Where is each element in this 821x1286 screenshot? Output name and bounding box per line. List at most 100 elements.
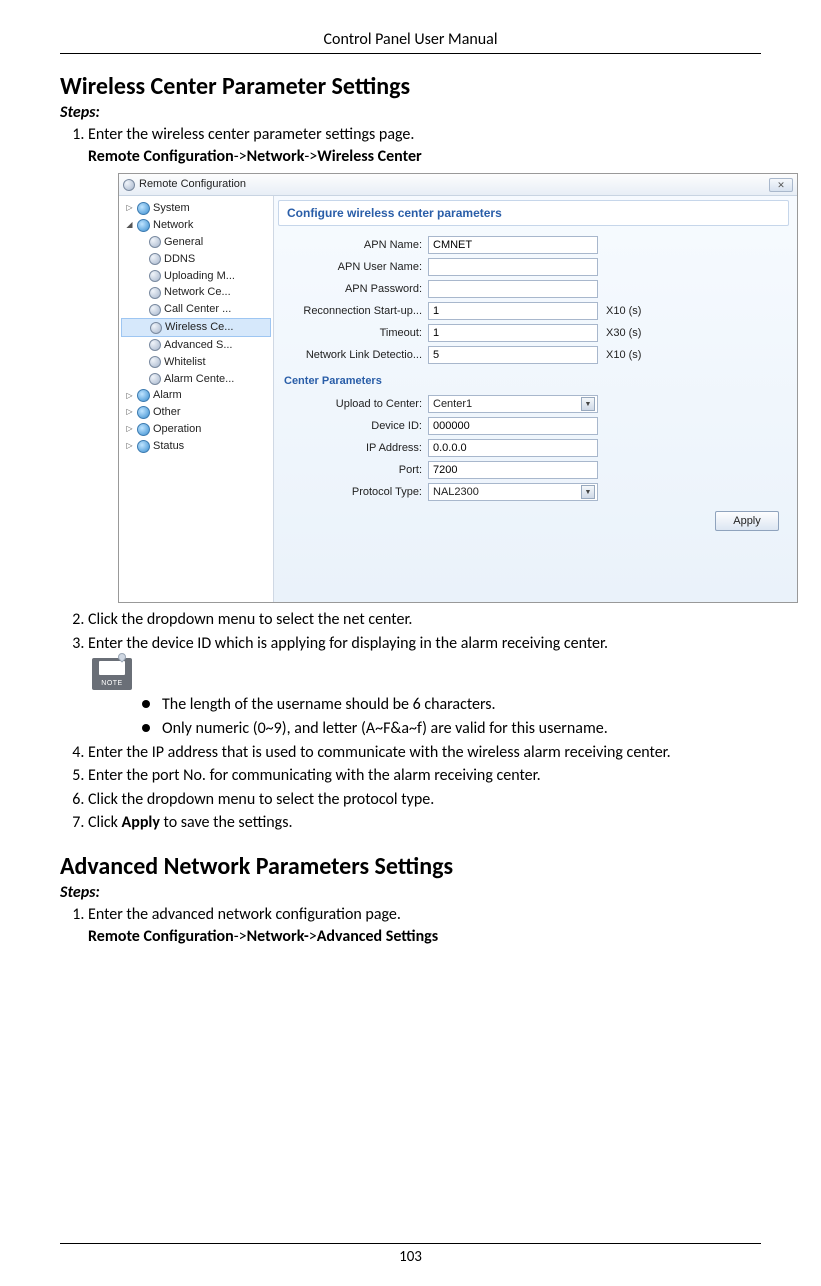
tree-label: Wireless Ce... [165,320,233,335]
protocol-label: Protocol Type: [278,485,428,500]
protocol-value: NAL2300 [433,485,479,500]
tree-call-center[interactable]: Call Center ... [121,301,271,318]
chevron-down-icon: ▼ [581,397,595,411]
gear-icon [149,356,161,368]
apn-user-input[interactable] [428,258,598,276]
tree-status[interactable]: ▷ Status [121,438,271,455]
tree-label: Alarm Cente... [164,372,234,387]
section2-title: Advanced Network Parameters Settings [60,852,761,881]
chevron-right-icon: ▷ [125,408,134,417]
bc-sep: -> [304,147,317,166]
protocol-select[interactable]: NAL2300 ▼ [428,483,598,501]
ip-input[interactable] [428,439,598,457]
steps-list-1: Enter the wireless center parameter sett… [60,124,761,834]
tree-ddns[interactable]: DDNS [121,251,271,268]
tree-label: Other [153,405,181,420]
apn-pass-label: APN Password: [278,282,428,297]
tree-uploading[interactable]: Uploading M... [121,268,271,285]
breadcrumb-2: Remote Configuration->Network->Advanced … [88,927,438,946]
port-input[interactable] [428,461,598,479]
bc-part: Advanced Settings [317,927,438,946]
globe-icon [137,406,150,419]
device-id-input[interactable] [428,417,598,435]
bc-sep: -> [234,147,247,166]
step-4: Enter the IP address that is used to com… [88,742,761,764]
steps-list-2: Enter the advanced network configuration… [60,904,761,947]
step-2: Click the dropdown menu to select the ne… [88,609,761,631]
tree-label: General [164,235,203,250]
s2-step1-text: Enter the advanced network configuration… [88,905,401,924]
step7-pre: Click [88,813,122,832]
device-id-label: Device ID: [278,419,428,434]
tree-network[interactable]: ◢ Network [121,217,271,234]
tree-label: Call Center ... [164,302,231,317]
gear-icon [149,373,161,385]
globe-icon [137,219,150,232]
window-title: Remote Configuration [139,177,246,192]
remote-config-window: Remote Configuration ✕ ▷ System ◢ Network … [118,173,798,603]
close-icon: ✕ [777,179,785,191]
page-header: Control Panel User Manual [60,30,761,54]
chevron-right-icon: ▷ [125,442,134,451]
tree-other[interactable]: ▷ Other [121,404,271,421]
tree-alarm[interactable]: ▷Alarm [121,387,271,404]
tree-label: Status [153,439,184,454]
tree-label: System [153,201,190,216]
gear-icon [150,322,162,334]
note-bullet: Only numeric (0~9), and letter (A~F&a~f)… [142,718,761,740]
tree-general[interactable]: General [121,234,271,251]
tree-label: Alarm [153,388,182,403]
gear-icon [149,270,161,282]
bc-part: Remote Configuration [88,147,234,166]
tree-whitelist[interactable]: Whitelist [121,354,271,371]
chevron-down-icon: ▼ [581,485,595,499]
apn-name-input[interactable] [428,236,598,254]
tree-label: Operation [153,422,201,437]
page-footer: 103 [60,1243,761,1266]
bc-part: Network- [247,927,309,946]
bc-part: Network [247,147,305,166]
center-params-label: Center Parameters [284,374,789,389]
gear-icon [149,339,161,351]
netlink-label: Network Link Detectio... [278,348,428,363]
timeout-input[interactable] [428,324,598,342]
step-6: Click the dropdown menu to select the pr… [88,789,761,811]
apn-pass-input[interactable] [428,280,598,298]
tree-operation[interactable]: ▷Operation [121,421,271,438]
tree-network-ce[interactable]: Network Ce... [121,284,271,301]
tree-label: Whitelist [164,355,206,370]
nav-tree[interactable]: ▷ System ◢ Network General DDNS Uploading … [119,196,274,602]
step7-post: to save the settings. [160,813,293,832]
reconn-label: Reconnection Start-up... [278,304,428,319]
apn-user-label: APN User Name: [278,260,428,275]
tree-label: DDNS [164,252,195,267]
page-number: 103 [399,1248,422,1266]
netlink-input[interactable] [428,346,598,364]
apn-name-label: APN Name: [278,238,428,253]
upload-select[interactable]: Center1 ▼ [428,395,598,413]
step1-text: Enter the wireless center parameter sett… [88,125,414,144]
globe-icon [137,202,150,215]
tree-label: Advanced S... [164,338,233,353]
upload-value: Center1 [433,397,472,412]
section1-title: Wireless Center Parameter Settings [60,72,761,101]
window-titlebar: Remote Configuration ✕ [119,174,797,196]
tree-alarm-cente[interactable]: Alarm Cente... [121,371,271,388]
chevron-right-icon: ▷ [125,204,134,213]
close-button[interactable]: ✕ [769,178,793,192]
netlink-suffix: X10 (s) [606,348,641,363]
globe-icon [137,423,150,436]
tree-label: Network [153,218,193,233]
bc-part: Wireless Center [317,147,421,166]
step7-apply: Apply [122,813,160,832]
reconn-input[interactable] [428,302,598,320]
gear-icon [149,236,161,248]
apply-button[interactable]: Apply [715,511,779,531]
bc-part: Remote Configuration [88,927,234,946]
tree-system[interactable]: ▷ System [121,200,271,217]
gear-icon [149,304,161,316]
bc-sep: -> [234,927,247,946]
tree-advanced-s[interactable]: Advanced S... [121,337,271,354]
tree-wireless-ce[interactable]: Wireless Ce... [121,318,271,337]
chevron-down-icon: ◢ [125,221,134,230]
